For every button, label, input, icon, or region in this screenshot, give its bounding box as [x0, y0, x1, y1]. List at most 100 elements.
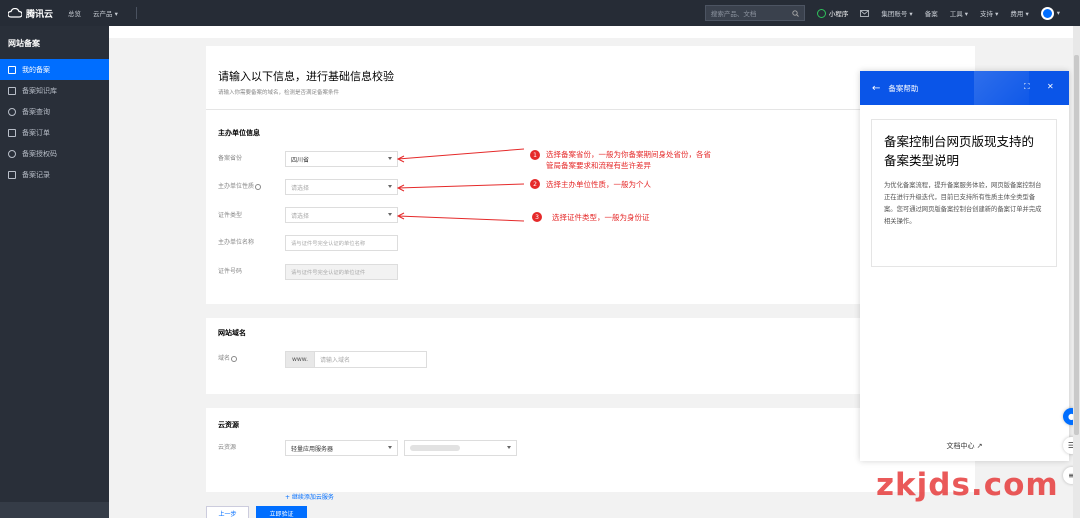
- id-type-select[interactable]: 请选择: [285, 207, 398, 223]
- logo[interactable]: 腾讯云: [0, 7, 68, 20]
- id-type-placeholder: 请选择: [291, 212, 310, 220]
- sidebar-item-label: 备案授权码: [22, 149, 57, 158]
- annotation-2: 选择主办单位性质，一般为个人: [546, 180, 651, 189]
- sidebar-item-knowledge[interactable]: 备案知识库: [0, 80, 109, 101]
- sidebar-item-label: 备案知识库: [22, 86, 57, 95]
- watermark-text: zkjds.com: [876, 467, 1059, 503]
- mini-program-button[interactable]: 小程序: [816, 8, 849, 18]
- resource-type-value: 轻量应用服务器: [291, 445, 334, 453]
- help-icon[interactable]: [255, 183, 262, 190]
- section-title-host: 主办单位信息: [218, 129, 260, 137]
- record-icon: [8, 170, 16, 179]
- resource-instance-select[interactable]: [404, 440, 517, 456]
- header-strip: [109, 26, 1080, 38]
- help-panel: ← 备案帮助 ⛶ ✕ 备案控制台网页版现支持的备案类型说明 为优化备案流程，提升…: [860, 71, 1069, 461]
- support-menu[interactable]: 支持 ▾: [980, 8, 998, 18]
- prev-step-button[interactable]: 上一步: [206, 506, 249, 518]
- search-placeholder: 搜索产品、文档: [710, 10, 757, 18]
- scrollbar-thumb[interactable]: [1074, 55, 1079, 435]
- province-value: 四川省: [291, 156, 310, 164]
- top-bar: 腾讯云 总览 云产品 ▾ 搜索产品、文档 小程序 集团账号 ▾ 备案 工具 ▾ …: [0, 0, 1080, 26]
- field-label-id-number: 证件号码: [218, 268, 243, 275]
- sidebar-item-label: 备案记录: [22, 170, 50, 179]
- group-account-menu[interactable]: 集团账号 ▾: [881, 8, 912, 18]
- section-title-resource: 云资源: [218, 421, 239, 429]
- help-article-card[interactable]: 备案控制台网页版现支持的备案类型说明 为优化备案流程，提升备案服务体验，网页版备…: [871, 119, 1057, 267]
- help-article-body: 为优化备案流程，提升备案服务体验，网页版备案控制台正在进行升级迭代，目前已支持所…: [884, 182, 1042, 225]
- annotation-1-line1: 选择备案省份，一般为你备案期间身处省份，各省: [546, 150, 711, 159]
- nav-products[interactable]: 云产品 ▾: [93, 8, 118, 18]
- header-decoration: [974, 71, 1029, 105]
- chevron-down-icon: [388, 213, 392, 216]
- sidebar-title: 网站备案: [8, 39, 40, 48]
- divider: [135, 7, 137, 19]
- page-title: 请输入以下信息，进行基础信息校验: [218, 70, 394, 83]
- cloud-logo-icon: [8, 8, 22, 18]
- domain-prefix: www.: [285, 351, 315, 368]
- expand-icon[interactable]: ⛶: [1024, 82, 1030, 92]
- field-label-province: 备案省份: [218, 155, 243, 162]
- annotation-badge-1: 1: [530, 150, 540, 160]
- field-label-domain: 域名: [218, 353, 238, 362]
- help-article-title: 备案控制台网页版现支持的备案类型说明: [884, 134, 1035, 168]
- user-menu-caret: ▾: [1056, 9, 1060, 17]
- user-menu[interactable]: ▾: [1040, 6, 1060, 20]
- section-title-domain: 网站域名: [218, 329, 246, 337]
- field-label-text: 主办单位性质: [218, 183, 255, 190]
- chevron-down-icon: [388, 185, 392, 188]
- sidebar-item-my-filing[interactable]: 我的备案: [0, 59, 109, 80]
- verify-button[interactable]: 立即验证: [256, 506, 307, 518]
- nav-overview[interactable]: 总览: [68, 8, 81, 18]
- add-cloud-service-link[interactable]: + 继续添加云服务: [285, 492, 334, 501]
- chevron-down-icon: [507, 446, 511, 449]
- id-number-input[interactable]: 请与证件号完全认证的单位证件: [285, 264, 398, 280]
- annotation-arrows: [396, 148, 525, 222]
- key-icon: [8, 149, 16, 158]
- help-icon[interactable]: [231, 355, 238, 362]
- tools-menu[interactable]: 工具 ▾: [950, 8, 968, 18]
- search-icon: [8, 107, 16, 116]
- back-arrow-icon[interactable]: ←: [872, 83, 880, 94]
- host-nature-placeholder: 请选择: [291, 184, 310, 192]
- avatar: [1040, 6, 1054, 20]
- domain-input[interactable]: 请输入域名: [314, 351, 427, 368]
- help-panel-title: 备案帮助: [888, 83, 919, 93]
- sidebar-collapse-button[interactable]: [0, 502, 109, 518]
- annotation-badge-2: 2: [530, 179, 540, 189]
- field-label-id-type: 证件类型: [218, 212, 243, 219]
- host-name-input[interactable]: 请与证件号完全认证的单位名称: [285, 235, 398, 251]
- field-label-resource: 云资源: [218, 444, 237, 451]
- sidebar-item-label: 备案查询: [22, 107, 50, 116]
- annotation-badge-3: 3: [532, 212, 542, 222]
- mini-program-icon: [816, 8, 826, 18]
- sidebar-item-auth-code[interactable]: 备案授权码: [0, 143, 109, 164]
- filing-menu[interactable]: 备案: [925, 8, 938, 18]
- sidebar-item-query[interactable]: 备案查询: [0, 101, 109, 122]
- search-input[interactable]: 搜索产品、文档: [704, 5, 805, 21]
- chevron-down-icon: [388, 446, 392, 449]
- sidebar-item-label: 我的备案: [22, 65, 50, 74]
- annotation-1-line2: 管局备案要求和流程有些许差异: [546, 161, 651, 170]
- filing-icon: [8, 65, 16, 74]
- sidebar-item-label: 备案订单: [22, 128, 50, 137]
- mini-program-label: 小程序: [828, 10, 849, 18]
- search-icon: [792, 9, 799, 17]
- province-select[interactable]: 四川省: [285, 151, 398, 167]
- annotation-3: 选择证件类型，一般为身份证: [552, 213, 650, 222]
- field-label-host-name: 主办单位名称: [218, 239, 255, 246]
- annotation-1: 选择备案省份，一般为你备案期间身处省份，各省 管局备案要求和流程有些许差异: [546, 149, 711, 171]
- chevron-down-icon: [388, 157, 392, 160]
- close-icon[interactable]: ✕: [1047, 82, 1054, 91]
- host-nature-select[interactable]: 请选择: [285, 179, 398, 195]
- redacted-instance: [410, 445, 460, 451]
- resource-type-select[interactable]: 轻量应用服务器: [285, 440, 398, 456]
- field-label-text: 域名: [218, 355, 231, 362]
- logo-text: 腾讯云: [26, 9, 54, 20]
- sidebar-item-records[interactable]: 备案记录: [0, 164, 109, 185]
- doc-center-link[interactable]: 文档中心 ↗: [860, 441, 1069, 451]
- sidebar-item-orders[interactable]: 备案订单: [0, 122, 109, 143]
- mail-icon[interactable]: [860, 9, 870, 17]
- order-icon: [8, 128, 16, 137]
- field-label-nature: 主办单位性质: [218, 181, 262, 190]
- billing-menu[interactable]: 费用 ▾: [1010, 8, 1028, 18]
